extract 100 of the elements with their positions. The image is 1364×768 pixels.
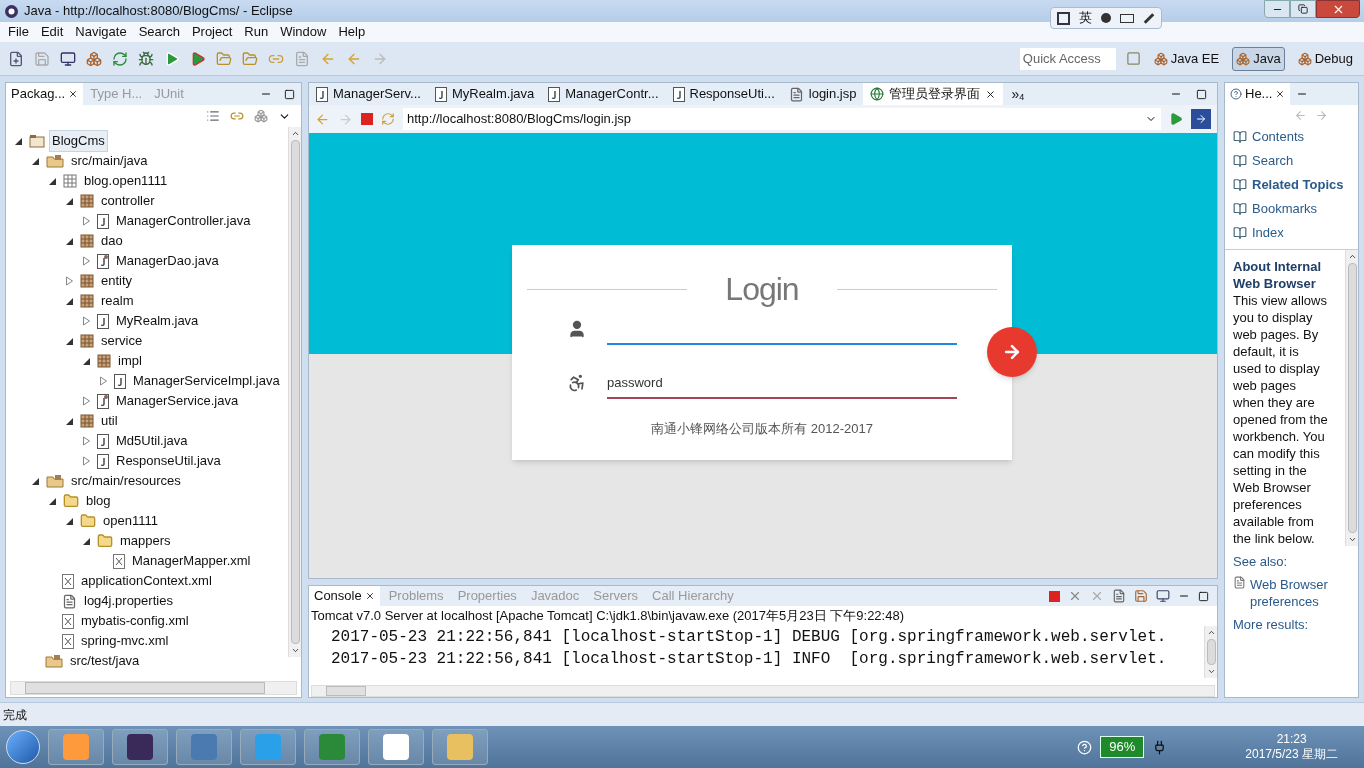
folder-icon[interactable] <box>242 50 258 67</box>
tree-item[interactable]: mappers <box>117 530 174 552</box>
tree-item[interactable]: ManagerDao.java <box>113 250 222 272</box>
expanded-arrow-icon[interactable] <box>65 416 74 426</box>
editor-tab[interactable]: ManagerContr... <box>541 83 666 105</box>
taskbar-app-icon[interactable] <box>368 729 424 765</box>
help-nav-link[interactable]: Related Topics <box>1252 175 1344 195</box>
editor-tab[interactable]: ResponseUti... <box>665 83 782 105</box>
expanded-arrow-icon[interactable] <box>82 536 91 546</box>
folder-icon[interactable] <box>216 50 232 67</box>
expanded-arrow-icon[interactable] <box>65 236 74 246</box>
open-perspective-icon[interactable] <box>1125 51 1141 66</box>
close-icon[interactable] <box>985 88 997 100</box>
vertical-scrollbar[interactable] <box>1345 250 1358 546</box>
editor-tab[interactable]: MyRealm.java <box>427 83 542 105</box>
close-icon[interactable] <box>1275 89 1286 99</box>
collapsed-arrow-icon[interactable] <box>82 396 91 406</box>
file-icon[interactable] <box>294 50 310 67</box>
maximize-icon[interactable] <box>1196 88 1207 100</box>
collapsed-arrow-icon[interactable] <box>82 216 91 226</box>
expanded-arrow-icon[interactable] <box>65 296 74 306</box>
expanded-arrow-icon[interactable] <box>82 356 91 366</box>
taskbar-app-icon[interactable] <box>112 729 168 765</box>
vertical-scrollbar[interactable] <box>1204 625 1217 678</box>
new-file-icon[interactable] <box>8 50 24 67</box>
tree-item[interactable]: ManagerMapper.xml <box>129 550 254 572</box>
link-editor-icon[interactable] <box>230 109 244 123</box>
url-field[interactable]: http://localhost:8080/BlogCms/login.jsp <box>403 108 1161 130</box>
help-nav-link[interactable]: Search <box>1252 151 1294 171</box>
run-icon[interactable] <box>164 50 180 67</box>
view-tab[interactable]: Packag... <box>6 83 84 105</box>
close-icon[interactable] <box>68 89 79 99</box>
tree-item[interactable]: src/test/java <box>67 650 143 672</box>
tree-item[interactable]: applicationContext.xml <box>78 570 215 592</box>
editor-tab[interactable]: login.jsp <box>781 83 864 105</box>
collapse-all-icon[interactable] <box>206 109 220 123</box>
collapsed-arrow-icon[interactable] <box>65 276 74 286</box>
ime-language[interactable]: 英 <box>1079 8 1092 28</box>
menu-item[interactable]: Run <box>238 22 275 42</box>
help-nav-link[interactable]: Bookmarks <box>1252 199 1318 219</box>
tree-item[interactable]: ManagerServiceImpl.java <box>130 370 283 392</box>
tree-item[interactable]: realm <box>98 290 137 312</box>
tree-item[interactable]: ResponseUtil.java <box>113 450 224 472</box>
tree-item[interactable]: BlogCms <box>49 130 108 152</box>
menu-item[interactable]: File <box>2 22 35 42</box>
password-field[interactable]: password <box>607 367 957 399</box>
menu-item[interactable]: Window <box>274 22 333 42</box>
tree-item[interactable]: dao <box>98 230 126 252</box>
tree-item[interactable]: ManagerController.java <box>113 210 254 232</box>
tree-item[interactable]: log4j.properties <box>81 590 176 612</box>
help-nav-link[interactable]: Index <box>1252 223 1284 243</box>
view-tab[interactable]: Console <box>309 586 380 606</box>
go-icon[interactable] <box>1169 112 1183 126</box>
menu-item[interactable]: Navigate <box>69 22 133 42</box>
back-icon[interactable] <box>315 111 330 127</box>
expanded-arrow-icon[interactable] <box>48 496 57 506</box>
terminate-icon[interactable] <box>1049 590 1060 602</box>
restore-button[interactable] <box>1290 0 1316 18</box>
menu-item[interactable]: Help <box>332 22 372 42</box>
start-button[interactable] <box>6 730 40 764</box>
help-nav-link[interactable]: Contents <box>1252 127 1305 147</box>
expanded-arrow-icon[interactable] <box>14 136 23 146</box>
menu-item[interactable]: Search <box>132 22 186 42</box>
perspective-button[interactable]: Debug <box>1294 46 1356 71</box>
tree-item[interactable]: mybatis-config.xml <box>78 610 192 632</box>
expanded-arrow-icon[interactable] <box>31 156 40 166</box>
collapsed-arrow-icon[interactable] <box>99 376 108 386</box>
package-icon[interactable] <box>86 50 102 67</box>
editor-tab[interactable]: 管理员登录界面 <box>863 83 1004 105</box>
tree-item[interactable]: ManagerService.java <box>113 390 242 412</box>
save-icon[interactable] <box>34 50 50 67</box>
run-server-icon[interactable] <box>190 50 206 67</box>
tree-item[interactable]: MyRealm.java <box>113 310 202 332</box>
expanded-arrow-icon[interactable] <box>48 176 57 186</box>
debug-icon[interactable] <box>138 50 154 67</box>
horizontal-scrollbar[interactable] <box>311 685 1215 697</box>
help-icon[interactable] <box>1077 739 1093 755</box>
tree-item[interactable]: src/main/resources <box>68 470 184 492</box>
scroll-down-icon[interactable] <box>290 646 300 655</box>
tree-item[interactable]: open1111 <box>100 510 161 532</box>
close-button[interactable] <box>1316 0 1360 18</box>
editor-tab[interactable]: ManagerServ... <box>309 83 428 105</box>
tree-item[interactable]: impl <box>115 350 145 372</box>
scroll-up-icon[interactable] <box>1347 252 1357 261</box>
collapsed-arrow-icon[interactable] <box>82 456 91 466</box>
view-tab[interactable]: He... <box>1225 83 1291 105</box>
perspective-button[interactable]: Java <box>1232 46 1285 71</box>
expanded-arrow-icon[interactable] <box>65 516 74 526</box>
forward-icon[interactable] <box>1315 108 1328 122</box>
tree-item[interactable]: Md5Util.java <box>113 430 191 452</box>
tree-item[interactable]: blog <box>83 490 114 512</box>
remove-all-icon[interactable] <box>1090 589 1104 603</box>
help-link[interactable]: Web Browser preferences <box>1250 576 1331 610</box>
submit-button[interactable] <box>987 327 1037 377</box>
refresh-icon[interactable] <box>112 50 128 67</box>
tree-item[interactable]: entity <box>98 270 136 292</box>
tree-item[interactable]: blog.open1111 <box>81 170 171 192</box>
display-console-icon[interactable] <box>1156 589 1170 603</box>
vertical-scrollbar[interactable] <box>288 127 301 657</box>
tree-item[interactable]: util <box>98 410 121 432</box>
